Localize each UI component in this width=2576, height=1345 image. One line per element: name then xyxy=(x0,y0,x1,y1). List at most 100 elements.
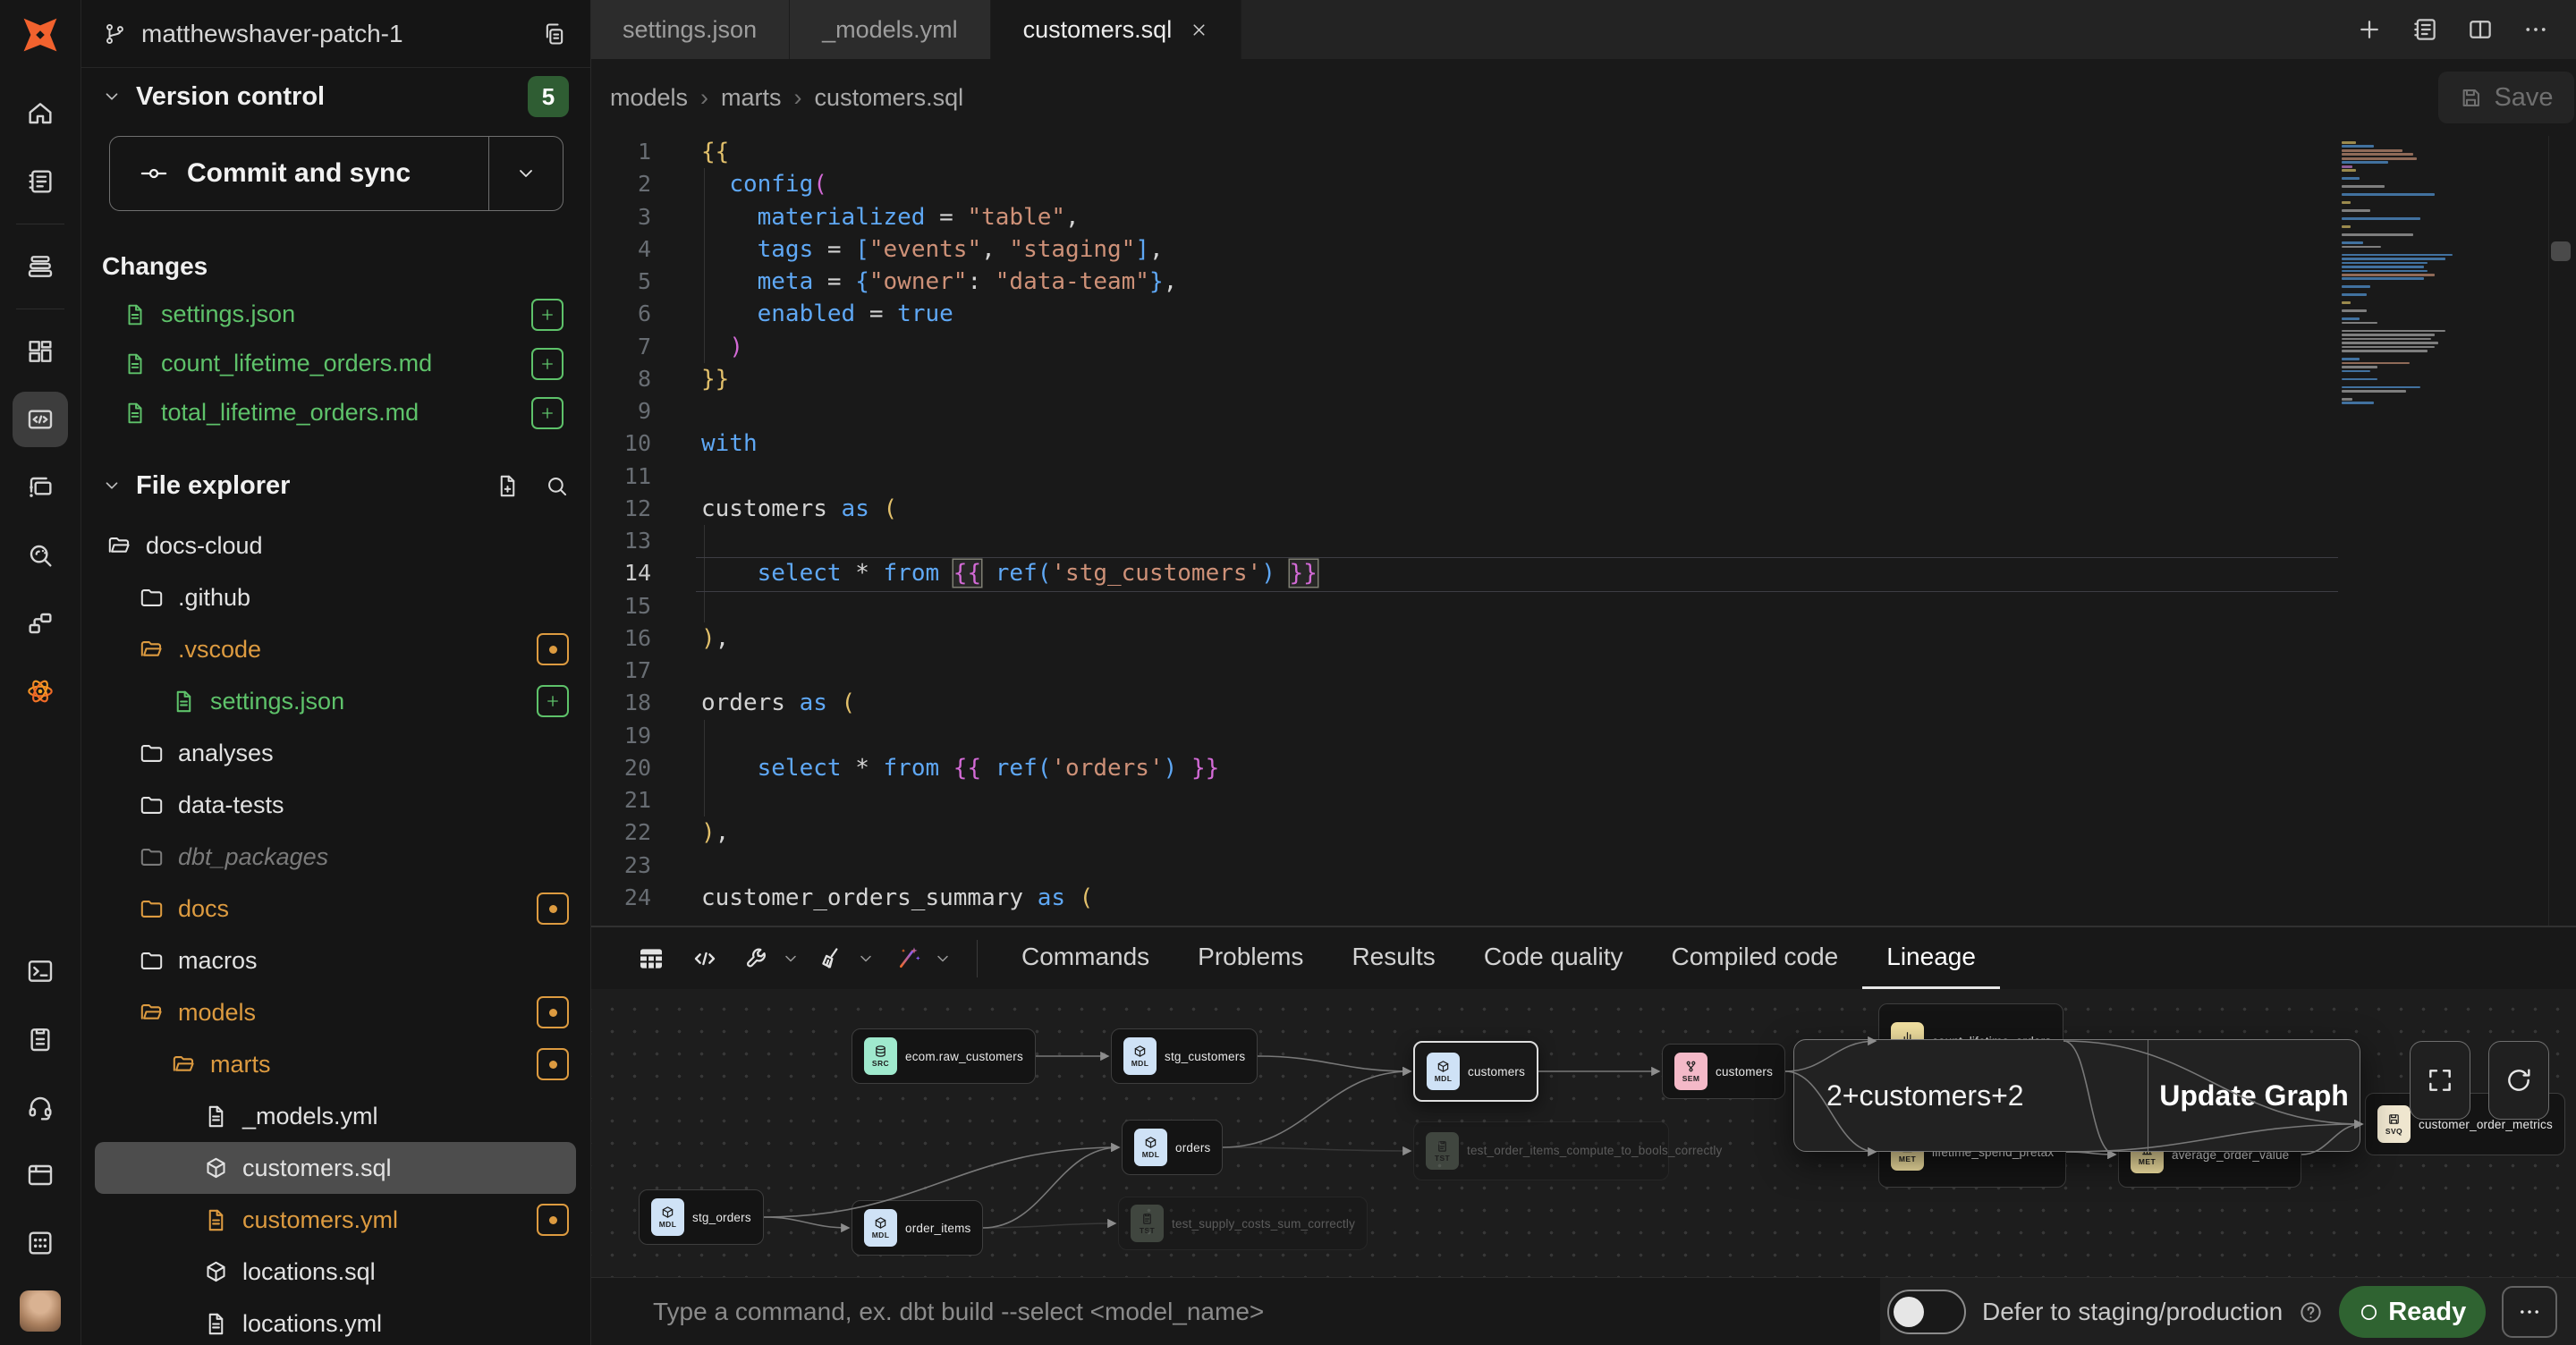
close-tab-icon[interactable] xyxy=(1190,21,1208,39)
file-name: _models.yml xyxy=(242,1103,378,1130)
compile-code-icon[interactable] xyxy=(691,944,719,973)
breadcrumb: models›marts›customers.sql xyxy=(610,84,963,112)
rail-clipboard-icon[interactable] xyxy=(13,1011,68,1067)
status-badge[interactable]: Ready xyxy=(2339,1286,2486,1338)
tree-item-customers.yml[interactable]: customers.yml xyxy=(95,1194,576,1246)
lineage-node-stg_orders[interactable]: MDLstg_orders xyxy=(639,1189,764,1245)
rail-search-lens-icon[interactable] xyxy=(13,528,68,583)
format-options-chevron-icon[interactable] xyxy=(857,950,875,968)
tree-item-locations.yml[interactable]: locations.yml xyxy=(95,1298,576,1345)
build-options-chevron-icon[interactable] xyxy=(782,950,800,968)
more-options-icon[interactable] xyxy=(2522,16,2549,43)
stage-file-button[interactable] xyxy=(531,348,564,380)
stage-file-button[interactable] xyxy=(531,397,564,429)
copy-branch-icon[interactable] xyxy=(542,21,567,47)
tree-item-data-tests[interactable]: data-tests xyxy=(95,779,576,831)
lineage-node-orders[interactable]: MDLorders xyxy=(1122,1120,1223,1175)
defer-toggle[interactable] xyxy=(1887,1290,1966,1334)
command-bar-more-button[interactable] xyxy=(2502,1286,2557,1338)
breadcrumb-item[interactable]: marts xyxy=(721,84,782,112)
lineage-node-customers[interactable]: MDLcustomers xyxy=(1413,1041,1538,1102)
tree-item-_models.yml[interactable]: _models.yml xyxy=(95,1090,576,1142)
lineage-node-test_supply_costs_sum_correctly[interactable]: TSTtest_supply_costs_sum_correctly xyxy=(1118,1197,1368,1250)
rail-notebook-icon[interactable] xyxy=(13,154,68,209)
build-icon[interactable] xyxy=(744,945,771,972)
branch-row[interactable]: matthewshaver-patch-1 xyxy=(80,0,590,68)
tree-item-docs[interactable]: docs xyxy=(95,883,576,935)
refresh-graph-button[interactable] xyxy=(2488,1041,2549,1120)
rail-headset-icon[interactable] xyxy=(13,1079,68,1135)
stage-file-button[interactable] xyxy=(531,299,564,331)
new-file-icon[interactable] xyxy=(496,474,520,498)
tree-item-macros[interactable]: macros xyxy=(95,935,576,986)
lineage-node-customers[interactable]: SEMcustomers xyxy=(1662,1044,1785,1099)
panel-tab-problems[interactable]: Problems xyxy=(1174,927,1327,989)
rail-layers-icon[interactable] xyxy=(13,239,68,294)
fullscreen-button[interactable] xyxy=(2410,1041,2470,1120)
minimap[interactable] xyxy=(2342,141,2496,406)
panel-tab-results[interactable]: Results xyxy=(1327,927,1459,989)
tree-item-marts[interactable]: marts xyxy=(95,1038,576,1090)
panel-tab-commands[interactable]: Commands xyxy=(997,927,1174,989)
code-line-17 xyxy=(701,655,2299,687)
tree-item-analyses[interactable]: analyses xyxy=(95,727,576,779)
command-input[interactable]: Type a command, ex. dbt build --select <… xyxy=(653,1298,1264,1326)
changed-file-row[interactable]: settings.json xyxy=(80,290,590,339)
lineage-node-stg_customers[interactable]: MDLstg_customers xyxy=(1111,1028,1258,1084)
tree-item-docs-cloud[interactable]: docs-cloud xyxy=(95,520,576,571)
editor-tab-_models.yml[interactable]: _models.yml xyxy=(790,0,991,59)
breadcrumb-item[interactable]: models xyxy=(610,84,688,112)
version-control-header[interactable]: Version control 5 xyxy=(80,68,590,125)
lineage-graph[interactable]: 2+customers+2 Update Graph SRCecom.raw_c… xyxy=(590,989,2576,1277)
changed-file-row[interactable]: total_lifetime_orders.md xyxy=(80,388,590,437)
editor-tab-customers.sql[interactable]: customers.sql xyxy=(991,0,1242,59)
preview-results-icon[interactable] xyxy=(637,944,665,973)
lineage-selector-input[interactable]: 2+customers+2 xyxy=(1794,1040,2148,1151)
split-editor-icon[interactable] xyxy=(2467,16,2494,43)
rail-apps-icon[interactable] xyxy=(13,1215,68,1271)
commit-options-dropdown[interactable] xyxy=(488,137,563,210)
editor-tab-settings.json[interactable]: settings.json xyxy=(590,0,790,59)
rail-flow-icon[interactable] xyxy=(13,596,68,651)
breadcrumb-item[interactable]: customers.sql xyxy=(815,84,964,112)
search-files-icon[interactable] xyxy=(545,474,569,498)
help-icon[interactable] xyxy=(2299,1300,2323,1324)
scrollbar-thumb[interactable] xyxy=(2551,241,2571,261)
lineage-node-order_items[interactable]: MDLorder_items xyxy=(852,1200,983,1256)
rail-code-editor-icon[interactable] xyxy=(13,392,68,447)
tree-item-settings.json[interactable]: settings.json xyxy=(95,675,576,727)
commit-and-sync-button[interactable]: Commit and sync xyxy=(109,136,564,211)
scrollbar-track xyxy=(2548,136,2549,926)
rail-browser-icon[interactable] xyxy=(13,1147,68,1203)
format-icon[interactable] xyxy=(819,945,846,972)
open-notebook-icon[interactable] xyxy=(2411,16,2438,43)
rail-avatar-icon[interactable] xyxy=(13,1283,68,1339)
lineage-node-ecom.raw_customers[interactable]: SRCecom.raw_customers xyxy=(852,1028,1036,1084)
tree-item-locations.sql[interactable]: locations.sql xyxy=(95,1246,576,1298)
copilot-options-chevron-icon[interactable] xyxy=(934,950,952,968)
file-explorer-header[interactable]: File explorer xyxy=(80,457,590,514)
tree-item-.github[interactable]: .github xyxy=(95,571,576,623)
rail-tiles-icon[interactable] xyxy=(13,324,68,379)
tree-item-models[interactable]: models xyxy=(95,986,576,1038)
update-graph-button[interactable]: Update Graph xyxy=(2148,1040,2360,1151)
new-tab-icon[interactable] xyxy=(2356,16,2383,43)
rail-frames-icon[interactable] xyxy=(13,460,68,515)
cube-icon xyxy=(204,1156,228,1180)
dbt-logo-icon[interactable] xyxy=(17,12,64,58)
commit-label: Commit and sync xyxy=(187,158,411,189)
tree-item-.vscode[interactable]: .vscode xyxy=(95,623,576,675)
tree-item-dbt_packages[interactable]: dbt_packages xyxy=(95,831,576,883)
code-editor[interactable]: 123456789101112131415161718192021222324 … xyxy=(590,136,2576,926)
rail-terminal-icon[interactable] xyxy=(13,943,68,999)
tree-item-customers.sql[interactable]: customers.sql xyxy=(95,1142,576,1194)
panel-tab-compiled-code[interactable]: Compiled code xyxy=(1647,927,1862,989)
panel-tab-lineage[interactable]: Lineage xyxy=(1862,927,2000,989)
copilot-fix-icon[interactable] xyxy=(894,944,923,973)
rail-atom-icon[interactable] xyxy=(13,664,68,719)
rail-home-icon[interactable] xyxy=(13,86,68,141)
panel-tab-code-quality[interactable]: Code quality xyxy=(1460,927,1648,989)
lineage-node-test_order_items_compute_to_bools_correctly[interactable]: TSTtest_order_items_compute_to_bools_cor… xyxy=(1413,1121,1669,1180)
save-button[interactable]: Save xyxy=(2438,72,2574,123)
changed-file-row[interactable]: count_lifetime_orders.md xyxy=(80,339,590,388)
